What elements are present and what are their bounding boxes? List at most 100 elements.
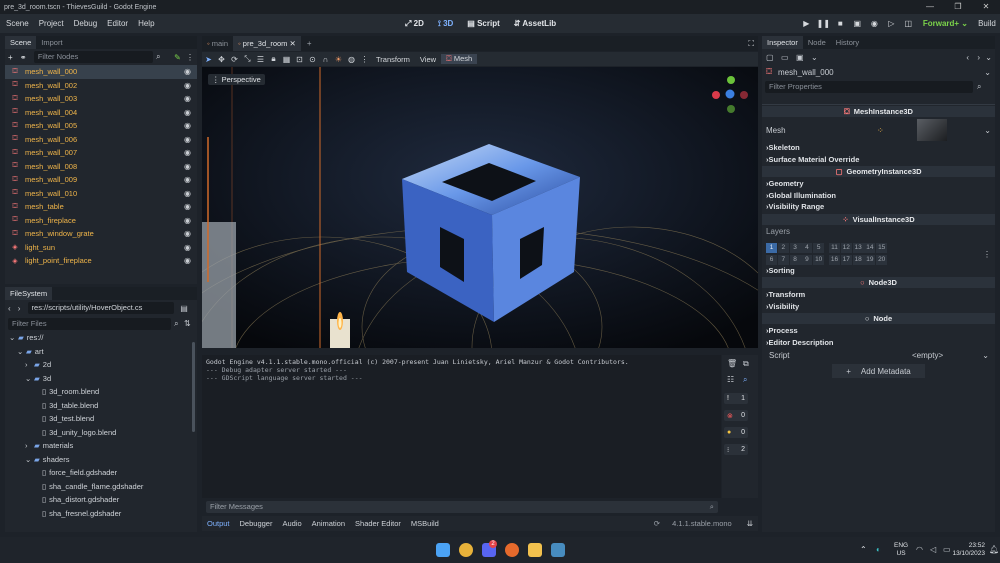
scene-node-row[interactable]: ⛋ mesh_window_grate ◉	[5, 227, 197, 241]
scene-node-row[interactable]: ⛋ mesh_wall_003 ◉	[5, 92, 197, 106]
layer-toggle[interactable]: 7	[777, 255, 789, 265]
file-row[interactable]: ▯ sha_candle_flame.gdshader	[5, 480, 197, 494]
file-row[interactable]: ▯ 3d_unity_logo.blend	[5, 426, 197, 440]
play-custom-icon[interactable]: ▷	[883, 19, 900, 28]
workspace-script[interactable]: ▤ Script	[467, 19, 499, 28]
tab-pre-3d-room[interactable]: ◦ pre_3d_room ✕	[233, 36, 301, 51]
tab-audio[interactable]: Audio	[277, 519, 306, 528]
copy-icon[interactable]: ⧉	[743, 359, 749, 369]
scene-node-row[interactable]: ⛋ mesh_wall_002 ◉	[5, 79, 197, 93]
layer-toggle[interactable]: 13	[852, 243, 864, 253]
more-icon[interactable]: ⋮	[186, 53, 194, 62]
clock[interactable]: 23:52 13/10/2023	[945, 542, 985, 558]
visibility-eye-icon[interactable]: ◉	[184, 243, 191, 252]
expand-arrow-icon[interactable]: ›	[25, 441, 34, 450]
section-geometry[interactable]: › Geometry	[762, 178, 995, 190]
start-icon[interactable]	[436, 543, 450, 557]
layer-toggle[interactable]: 10	[813, 255, 825, 265]
clear-output-icon[interactable]: 🗑︎	[727, 359, 737, 368]
scene-node-row[interactable]: ⛋ mesh_wall_000 ◉	[5, 65, 197, 79]
file-row[interactable]: ▯ 3d_test.blend	[5, 412, 197, 426]
more-icon[interactable]: ⋮	[983, 250, 991, 259]
chevron-up-icon[interactable]: ⌃	[860, 545, 867, 554]
tab-scene[interactable]: Scene	[5, 36, 37, 49]
local-space-icon[interactable]: ⊙	[306, 55, 319, 64]
chevron-down-icon[interactable]: ⌄	[982, 351, 989, 360]
scene-node-row[interactable]: ◈ light_point_fireplace ◉	[5, 254, 197, 268]
tab-output[interactable]: Output	[202, 519, 235, 528]
file-row[interactable]: ▯ 3d_room.blend	[5, 385, 197, 399]
section-process[interactable]: › Process	[762, 325, 995, 337]
visibility-eye-icon[interactable]: ◉	[184, 189, 191, 198]
select-tool-icon[interactable]: ➤	[202, 55, 215, 64]
folder-row[interactable]: › ▰ materials	[5, 439, 197, 453]
build-button[interactable]: Build	[974, 19, 1000, 28]
layer-toggle[interactable]: 4	[801, 243, 813, 253]
sort-icon[interactable]: ⇅	[184, 319, 194, 328]
ruler-icon[interactable]: ⊡	[293, 55, 306, 64]
movie-icon[interactable]: ◉	[866, 19, 883, 28]
godot-icon[interactable]	[551, 543, 565, 557]
scene-node-row[interactable]: ⛋ mesh_wall_010 ◉	[5, 187, 197, 201]
object-history-icon[interactable]: ⌄	[985, 53, 992, 62]
folder-row[interactable]: › ▰ 2d	[5, 358, 197, 372]
visibility-eye-icon[interactable]: ◉	[184, 229, 191, 238]
scene-node-row[interactable]: ⛋ mesh_wall_008 ◉	[5, 160, 197, 174]
section-global-illumination[interactable]: › Global Illumination	[762, 190, 995, 202]
maximize-button[interactable]: ❐	[944, 0, 972, 14]
layer-toggle[interactable]: 17	[840, 255, 852, 265]
file-filter-input[interactable]: Filter Files	[8, 317, 172, 330]
visibility-eye-icon[interactable]: ◉	[184, 81, 191, 90]
sun-icon[interactable]: ☀	[332, 55, 345, 64]
mesh-preview[interactable]	[917, 119, 947, 141]
expand-arrow-icon[interactable]: ⌄	[17, 347, 26, 356]
layer-toggle[interactable]: 15	[876, 243, 888, 253]
visibility-eye-icon[interactable]: ◉	[184, 256, 191, 265]
node-filter-input[interactable]: Filter Nodes	[33, 51, 154, 63]
layer-toggle[interactable]: 11	[829, 243, 840, 253]
move-tool-icon[interactable]: ✥	[215, 55, 228, 64]
file-row[interactable]: ▯ sha_fresnel.gdshader	[5, 507, 197, 521]
folder-row[interactable]: ⌄ ▰ shaders	[5, 453, 197, 467]
play-scene-icon[interactable]: ▣	[849, 19, 866, 28]
rotate-tool-icon[interactable]: ⟳	[228, 55, 241, 64]
section-editor-description[interactable]: › Editor Description	[762, 337, 995, 349]
tab-debugger[interactable]: Debugger	[235, 519, 278, 528]
folder-row[interactable]: ⌄ ▰ 3d	[5, 372, 197, 386]
workspace-2d[interactable]: ⤢ 2D	[405, 19, 424, 29]
close-window-button[interactable]: ✕	[972, 0, 1000, 14]
back-icon[interactable]: ‹	[8, 304, 18, 313]
expand-arrow-icon[interactable]: ⌄	[9, 333, 18, 342]
new-resource-icon[interactable]: ▢	[766, 53, 781, 62]
section-transform[interactable]: › Transform	[762, 289, 995, 301]
scene-node-row[interactable]: ⛋ mesh_wall_007 ◉	[5, 146, 197, 160]
visibility-eye-icon[interactable]: ◉	[184, 175, 191, 184]
group-icon[interactable]: ▦	[280, 55, 293, 64]
warning-counter[interactable]: ● 0	[724, 427, 748, 438]
minimize-button[interactable]: —	[916, 0, 944, 14]
expand-arrow-icon[interactable]: ⌄	[25, 374, 34, 383]
layer-toggle[interactable]: 19	[864, 255, 876, 265]
tab-main[interactable]: ◦ main	[202, 36, 233, 51]
layer-toggle[interactable]: 8	[789, 255, 801, 265]
add-metadata-button[interactable]: + Add Metadata	[832, 364, 925, 378]
more-icon[interactable]: ⋮	[358, 55, 371, 64]
file-row[interactable]: ▯ sha_distort.gdshader	[5, 493, 197, 507]
history-forward-icon[interactable]: ›	[977, 53, 980, 62]
message-counter[interactable]: ⁝ 2	[724, 444, 748, 455]
scene-node-row[interactable]: ⛋ mesh_wall_009 ◉	[5, 173, 197, 187]
menu-debug[interactable]: Debug	[70, 19, 102, 28]
play-icon[interactable]: ▶	[798, 19, 815, 28]
split-view-icon[interactable]: ▤	[180, 304, 194, 313]
visibility-eye-icon[interactable]: ◉	[184, 202, 191, 211]
scene-node-row[interactable]: ⛋ mesh_wall_005 ◉	[5, 119, 197, 133]
firefox-icon[interactable]	[505, 543, 519, 557]
selected-node-row[interactable]: ⛋ mesh_wall_000 ⌄	[762, 65, 995, 79]
resource-menu-icon[interactable]: ⌄	[811, 53, 826, 62]
scene-node-row[interactable]: ⛋ mesh_table ◉	[5, 200, 197, 214]
property-filter-input[interactable]: Filter Properties	[765, 81, 973, 93]
view-menu[interactable]: View	[415, 55, 441, 64]
wifi-icon[interactable]: ◠	[916, 545, 923, 554]
3d-viewport[interactable]: ⋮ Perspective	[202, 67, 758, 348]
filesystem-scrollbar[interactable]	[192, 342, 195, 432]
